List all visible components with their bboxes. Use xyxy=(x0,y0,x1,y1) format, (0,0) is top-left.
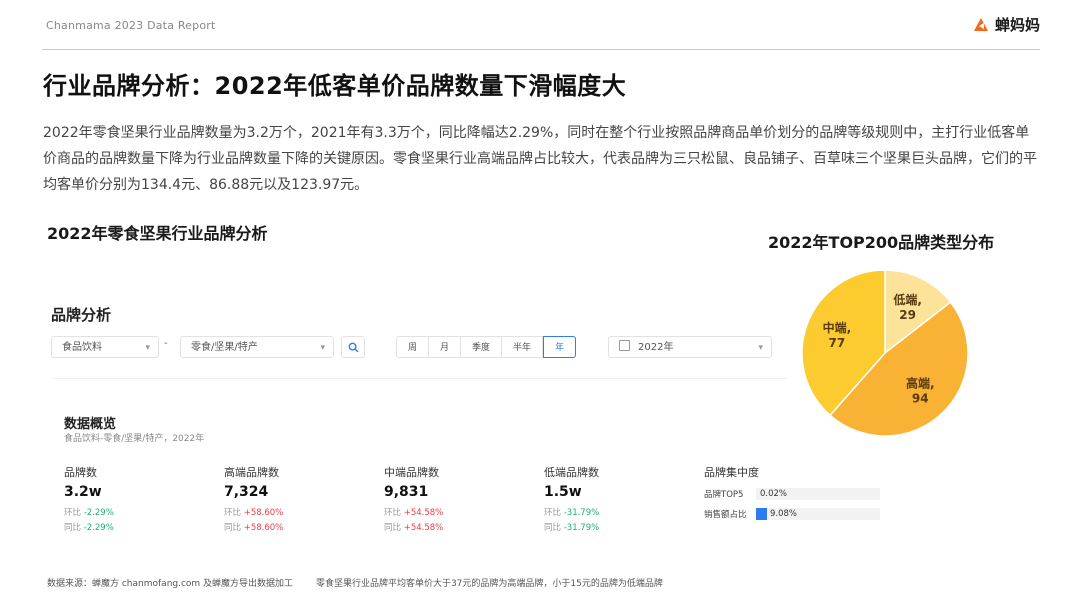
metric-value: 7,324 xyxy=(224,484,269,500)
chevron-down-icon: ▾ xyxy=(320,343,325,353)
yoy-label: 同比 xyxy=(384,523,402,533)
yoy-label: 同比 xyxy=(224,523,242,533)
metric-brand-count: 品牌数 3.2w 环比 -2.29% 同比 -2.29% xyxy=(64,464,204,533)
chevron-down-icon: ▾ xyxy=(145,343,150,353)
footer: 数据来源：蝉魔方 chanmofang.com 及蝉魔方导出数据加工 零食坚果行… xyxy=(47,576,663,589)
concentration-value: 9.08% xyxy=(770,509,798,519)
metric-label: 中端品牌数 xyxy=(384,466,439,479)
chevron-down-icon: ▾ xyxy=(758,343,763,353)
metric-high-end-brands: 高端品牌数 7,324 环比 +58.60% 同比 +58.60% xyxy=(224,464,364,533)
mom-label: 环比 xyxy=(384,508,402,518)
concentration-row-top5: 品牌TOP5 0.02% xyxy=(704,488,884,500)
concentration-value: 0.02% xyxy=(760,489,788,499)
panel-divider xyxy=(52,378,787,379)
report-label: Chanmama 2023 Data Report xyxy=(46,19,216,32)
overview-title: 数据概览 xyxy=(64,417,117,432)
yoy-value: -31.79% xyxy=(563,523,600,533)
subcategory-select-value: 零食/坚果/特产 xyxy=(191,342,258,353)
footnote: 零食坚果行业品牌平均客单价大于37元的品牌为高端品牌，小于15元的品牌为低端品牌 xyxy=(315,579,663,589)
concentration-bar: 9.08% xyxy=(756,508,880,520)
metric-value: 3.2w xyxy=(64,484,102,500)
chanmama-logo-icon xyxy=(973,17,988,31)
period-month[interactable]: 月 xyxy=(429,336,462,358)
concentration-bar-fill xyxy=(756,508,768,520)
data-source: 数据来源：蝉魔方 chanmofang.com 及蝉魔方导出数据加工 xyxy=(47,579,294,589)
concentration-row-sales-share: 销售额占比 9.08% xyxy=(704,508,884,520)
metric-label: 高端品牌数 xyxy=(224,466,279,479)
period-quarter[interactable]: 季度 xyxy=(461,336,503,358)
brand-type-pie-chart: 低端, 29 高端, 94 中端, 77 xyxy=(790,258,980,448)
pie-chart-svg: 低端,29 高端,94 中端,77 xyxy=(801,269,969,437)
mom-value: +58.60% xyxy=(243,508,284,518)
mom-label: 环比 xyxy=(544,508,562,518)
filter-separator: - xyxy=(164,338,168,349)
page-title: 行业品牌分析：2022年低客单价品牌数量下滑幅度大 xyxy=(43,72,627,100)
metric-value: 1.5w xyxy=(544,484,582,500)
mom-value: -2.29% xyxy=(83,508,114,518)
overview-subtitle: 食品饮料-零食/坚果/特产，2022年 xyxy=(64,434,205,444)
metric-low-end-brands: 低端品牌数 1.5w 环比 -31.79% 同比 -31.79% xyxy=(544,464,684,533)
metric-value: 9,831 xyxy=(384,484,429,500)
brand-analysis-panel: 品牌分析 食品饮料 ▾ - 零食/坚果/特产 ▾ 周 月 季度 半年 年 202… xyxy=(47,292,880,557)
pie-slice-label: 中端, xyxy=(823,320,852,335)
category-select-value: 食品饮料 xyxy=(62,342,102,353)
mom-label: 环比 xyxy=(224,508,242,518)
period-half-year[interactable]: 半年 xyxy=(502,336,544,358)
concentration-row-label: 销售额占比 xyxy=(704,510,747,520)
period-year[interactable]: 年 xyxy=(543,336,577,358)
pie-slice-label: 高端, xyxy=(906,376,935,391)
date-select-value: 2022年 xyxy=(638,342,674,353)
mom-value: +54.58% xyxy=(403,508,444,518)
search-icon xyxy=(348,342,358,352)
brand-analysis-section-title: 2022年零食坚果行业品牌分析 xyxy=(47,224,268,243)
mom-value: -31.79% xyxy=(563,508,600,518)
pie-slice-label: 低端, xyxy=(892,292,922,307)
search-button[interactable] xyxy=(341,336,365,358)
period-tabs: 周 月 季度 半年 年 xyxy=(396,336,577,358)
logo-text: 蝉妈妈 xyxy=(994,16,1040,34)
brand-concentration: 品牌集中度 品牌TOP5 0.02% 销售额占比 9.08% xyxy=(704,464,884,520)
calendar-icon xyxy=(619,340,630,351)
yoy-label: 同比 xyxy=(544,523,562,533)
yoy-value: -2.29% xyxy=(83,523,114,533)
logo: 蝉妈妈 xyxy=(971,14,1040,35)
yoy-value: +54.58% xyxy=(403,523,444,533)
pie-slice-value: 94 xyxy=(912,392,929,406)
yoy-value: +58.60% xyxy=(243,523,284,533)
metric-label: 低端品牌数 xyxy=(544,466,599,479)
header-divider xyxy=(42,49,1040,50)
subcategory-select[interactable]: 零食/坚果/特产 ▾ xyxy=(180,336,334,358)
period-week[interactable]: 周 xyxy=(396,336,430,358)
category-select[interactable]: 食品饮料 ▾ xyxy=(51,336,159,358)
panel-title: 品牌分析 xyxy=(51,306,112,324)
metric-mid-end-brands: 中端品牌数 9,831 环比 +54.58% 同比 +54.58% xyxy=(384,464,524,533)
concentration-label: 品牌集中度 xyxy=(704,466,759,479)
mom-label: 环比 xyxy=(64,508,82,518)
concentration-bar: 0.02% xyxy=(756,488,880,500)
pie-chart-title: 2022年TOP200品牌类型分布 xyxy=(768,233,995,252)
pie-slice-value: 29 xyxy=(899,308,916,322)
concentration-row-label: 品牌TOP5 xyxy=(704,490,744,500)
metric-label: 品牌数 xyxy=(64,466,97,479)
date-select[interactable]: 2022年 ▾ xyxy=(608,336,772,358)
yoy-label: 同比 xyxy=(64,523,82,533)
intro-paragraph: 2022年零食坚果行业品牌数量为3.2万个，2021年有3.3万个，同比降幅达2… xyxy=(43,125,1037,193)
pie-slice-value: 77 xyxy=(829,336,846,350)
